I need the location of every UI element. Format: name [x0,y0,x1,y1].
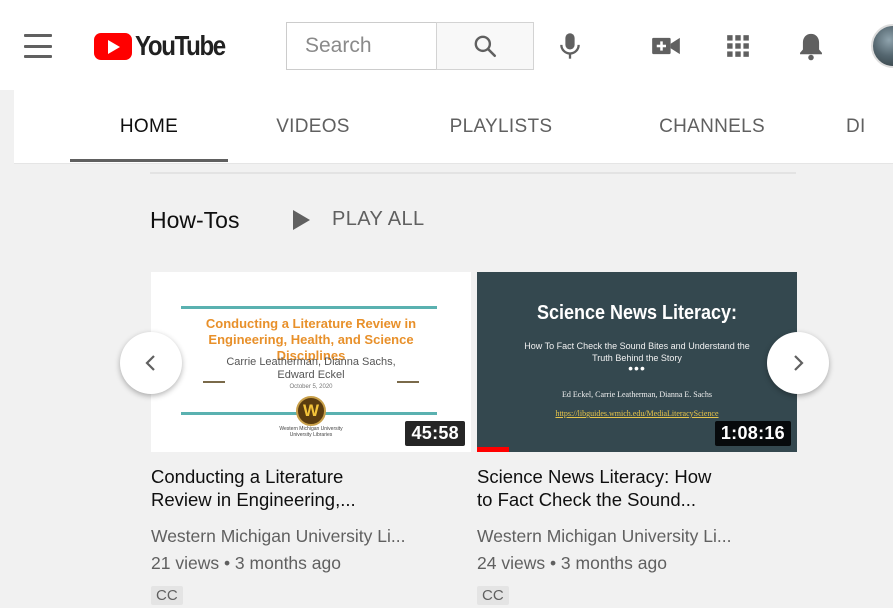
bell-icon[interactable] [795,30,827,62]
video-title[interactable]: Conducting a Literature Review in Engine… [151,465,451,511]
youtube-logo[interactable]: YouTube [94,30,239,62]
video-metadata: 24 views • 3 months ago [477,553,667,573]
avatar[interactable] [871,24,893,68]
thumbnail-slide-authors: Ed Eckel, Carrie Leatherman, Dianna E. S… [562,390,712,399]
channel-name[interactable]: Western Michigan University Li... [151,526,451,547]
tab-home[interactable]: HOME [70,90,228,163]
shelf-next-button[interactable] [767,332,829,394]
chevron-left-icon [145,355,155,371]
search-button[interactable] [436,22,534,70]
hamburger-menu-icon[interactable] [24,34,52,58]
thumbnail-slide-url: https://libguides.wmich.edu/MediaLiterac… [555,409,719,418]
tab-playlists[interactable]: PLAYLISTS [426,90,576,163]
video-camera-plus-icon[interactable] [650,30,682,62]
play-all-label: PLAY ALL [332,208,425,230]
video-thumbnail-2[interactable]: Science News Literacy: How To Fact Check… [477,272,797,452]
shelf-previous-button[interactable] [120,332,182,394]
search-box [286,22,534,70]
video-metadata: 21 views • 3 months ago [151,553,341,573]
channel-name[interactable]: Western Michigan University Li... [477,526,777,547]
play-triangle-icon [293,209,310,230]
thumbnail-slide-authors: Carrie Leatherman, Dianna Sachs, Edward … [226,356,396,381]
section-divider [150,172,796,174]
active-tab-indicator [70,159,228,162]
tab-channels[interactable]: CHANNELS [632,90,792,163]
shelf-title[interactable]: How-Tos [150,207,239,234]
closed-captions-badge: CC [477,586,509,605]
search-input[interactable] [286,22,436,70]
closed-captions-badge: CC [151,586,183,605]
video-duration: 45:58 [405,421,465,446]
thumbnail-dash-right [397,381,419,383]
youtube-play-icon [94,32,132,60]
video-thumbnail-1[interactable]: Conducting a Literature Review in Engine… [151,272,471,452]
youtube-logo-text: YouTube [135,30,226,61]
thumbnail-dots: ••• [628,360,646,376]
channel-tabs: HOME VIDEOS PLAYLISTS CHANNELS DI [14,90,893,164]
tab-discussion[interactable]: DI [846,90,893,163]
thumbnail-slide-title: Science News Literacy: [536,302,738,324]
microphone-icon[interactable] [554,30,586,62]
grid-apps-icon[interactable] [722,30,754,62]
tab-videos[interactable]: VIDEOS [244,90,382,163]
video-title[interactable]: Science News Literacy: How to Fact Check… [477,465,777,511]
video-duration: 1:08:16 [714,421,791,446]
thumbnail-rule [181,306,437,309]
masthead: YouTube [0,0,893,90]
thumbnail-university: Western Michigan University University L… [279,426,343,438]
thumbnail-dash-left [203,381,225,383]
thumbnail-slide-date: October 5, 2020 [289,384,333,390]
play-all-button[interactable]: PLAY ALL [293,208,425,231]
watch-progress-bar [477,447,509,452]
chevron-right-icon [794,355,804,371]
magnifier-icon [474,35,497,58]
university-seal-icon: W [296,396,326,426]
